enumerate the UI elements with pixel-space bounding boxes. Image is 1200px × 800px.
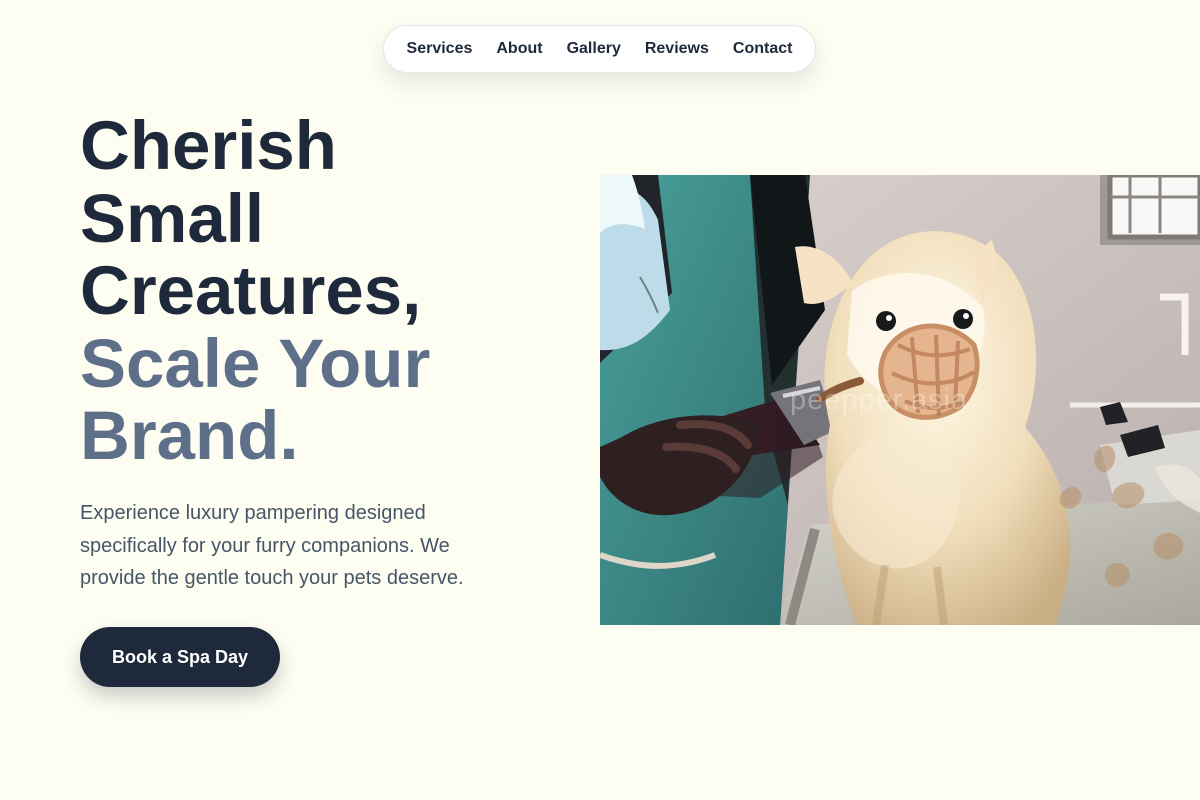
nav-link-services[interactable]: Services bbox=[407, 40, 473, 58]
top-navigation: Services About Gallery Reviews Contact bbox=[383, 25, 816, 73]
eye-highlight bbox=[963, 313, 969, 319]
headline-line-small: Small bbox=[80, 179, 265, 257]
hero-headline: Cherish Small Creatures, Scale Your Bran… bbox=[80, 107, 431, 474]
photo-watermark: peepper.asia bbox=[790, 384, 969, 416]
headline-line-creatures: Creatures, bbox=[80, 252, 422, 329]
nav-link-reviews[interactable]: Reviews bbox=[645, 40, 709, 58]
nav-link-contact[interactable]: Contact bbox=[733, 40, 793, 58]
dog-right-eye bbox=[953, 309, 973, 329]
eye-highlight bbox=[886, 315, 892, 321]
book-spa-day-button[interactable]: Book a Spa Day bbox=[80, 627, 280, 687]
hero-description: Experience luxury pampering designed spe… bbox=[80, 502, 464, 589]
pet-grooming-photo: peepper.asia bbox=[600, 175, 1200, 625]
headline-line-brand: Brand. bbox=[80, 397, 299, 474]
headline-line-scale-your: Scale Your bbox=[80, 324, 431, 402]
nav-link-gallery[interactable]: Gallery bbox=[567, 40, 621, 58]
dog-left-eye bbox=[876, 311, 896, 331]
headline-line-cherish: Cherish bbox=[80, 107, 337, 184]
nav-link-about[interactable]: About bbox=[496, 40, 542, 58]
window bbox=[1107, 175, 1200, 240]
